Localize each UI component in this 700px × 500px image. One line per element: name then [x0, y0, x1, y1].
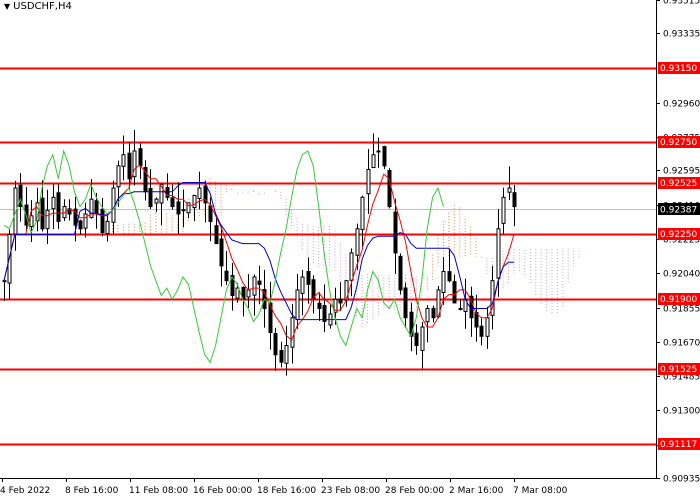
time-tick-label: 18 Feb 16:00	[257, 486, 316, 496]
candle-body	[290, 317, 295, 348]
candle-body	[257, 280, 262, 285]
time-tick-label: 28 Feb 00:00	[385, 486, 444, 496]
candle-body	[441, 270, 446, 293]
candle-body	[355, 228, 360, 256]
candle-body	[29, 215, 34, 228]
candle-body	[192, 194, 197, 209]
candle-body	[176, 201, 181, 215]
time-tick-label: 4 Feb 2022	[0, 486, 50, 496]
candle-body	[246, 289, 251, 298]
candle-body	[479, 325, 484, 337]
candle-body	[284, 345, 289, 364]
candle-body	[40, 197, 45, 230]
time-tick-label: 7 Mar 08:00	[513, 486, 568, 496]
candle-body	[414, 332, 419, 347]
symbol-title: ▼ USDCHF,H4	[4, 1, 72, 12]
candle-body	[366, 169, 371, 195]
candle-body	[78, 220, 83, 230]
candle-body	[51, 196, 56, 210]
current-price-label: 0.92387	[660, 206, 697, 216]
time-tick-label: 2 Mar 16:00	[449, 486, 504, 496]
candle-body	[387, 169, 392, 208]
candle-body	[170, 197, 175, 208]
price-tick-label: 0.91300	[663, 407, 700, 417]
symbol-title-text: USDCHF,H4	[13, 1, 72, 12]
dropdown-arrow-icon[interactable]: ▼	[4, 2, 10, 11]
candle-body	[349, 252, 354, 281]
candle-body	[512, 192, 517, 208]
candle-body	[197, 187, 202, 199]
candle-body	[252, 276, 257, 296]
candle-body	[371, 154, 376, 169]
candle-body	[94, 200, 99, 215]
candle-body	[420, 326, 425, 351]
price-tick-label: 0.91670	[663, 339, 700, 349]
candle-body	[322, 304, 327, 322]
candle-body	[235, 287, 240, 299]
candle-body	[279, 350, 284, 363]
level-label: 0.91525	[660, 365, 697, 375]
price-tick-label: 0.92595	[663, 167, 700, 177]
candle-body	[317, 302, 322, 309]
candle-body	[138, 148, 143, 167]
time-tick-label: 16 Feb 00:00	[193, 486, 252, 496]
candle-body	[100, 208, 105, 234]
price-tick-label: 0.92040	[663, 270, 700, 280]
candle-body	[121, 154, 126, 167]
time-tick-label: 8 Feb 16:00	[65, 486, 119, 496]
level-label: 0.93150	[660, 64, 697, 74]
price-tick-label: 0.92960	[663, 100, 700, 110]
candle-body	[273, 332, 278, 356]
candle-body	[127, 152, 132, 180]
candle-body	[398, 255, 403, 291]
candle-body	[501, 196, 506, 224]
candle-body	[214, 225, 219, 245]
candle-body	[116, 165, 121, 188]
candle-body	[452, 281, 457, 304]
price-tick-label: 0.93335	[663, 30, 700, 40]
candle-body	[154, 198, 159, 204]
candle-body	[376, 150, 381, 153]
level-label: 0.91117	[660, 440, 697, 450]
candle-body	[56, 192, 61, 222]
candle-body	[148, 187, 153, 208]
price-tick-label: 0.91855	[663, 305, 700, 315]
price-tick-label: 0.93515	[663, 0, 700, 7]
candle-body	[300, 276, 305, 294]
candle-body	[224, 270, 229, 282]
candle-body	[403, 287, 408, 319]
candle-body	[393, 211, 398, 254]
candle-body	[338, 298, 343, 304]
time-tick-label: 23 Feb 08:00	[321, 486, 380, 496]
time-tick-label: 11 Feb 08:00	[129, 486, 188, 496]
candle-body	[458, 307, 463, 310]
candle-body	[219, 238, 224, 267]
candle-body	[431, 307, 436, 319]
price-chart-svg[interactable]: 0.935150.933350.929600.927750.925950.924…	[0, 0, 700, 500]
candle-body	[306, 270, 311, 285]
candle-body	[295, 289, 300, 321]
candle-body	[105, 220, 110, 235]
chart-area[interactable]: 0.935150.933350.929600.927750.925950.924…	[0, 0, 700, 500]
candle-body	[181, 209, 186, 212]
candle-body	[45, 209, 50, 230]
candle-body	[425, 307, 430, 323]
candle-body	[496, 228, 501, 279]
candle-body	[2, 280, 7, 283]
candle-body	[382, 146, 387, 167]
level-label: 0.92250	[660, 230, 697, 240]
level-label: 0.92525	[660, 179, 697, 189]
candle-body	[507, 187, 512, 193]
candle-body	[447, 271, 452, 282]
price-tick-label: 0.90935	[663, 475, 700, 485]
level-label: 0.91900	[660, 295, 697, 305]
candle-body	[485, 317, 490, 337]
candle-body	[83, 213, 88, 229]
plot-background	[0, 0, 656, 478]
candle-body	[360, 196, 365, 231]
level-label: 0.92750	[660, 138, 697, 148]
